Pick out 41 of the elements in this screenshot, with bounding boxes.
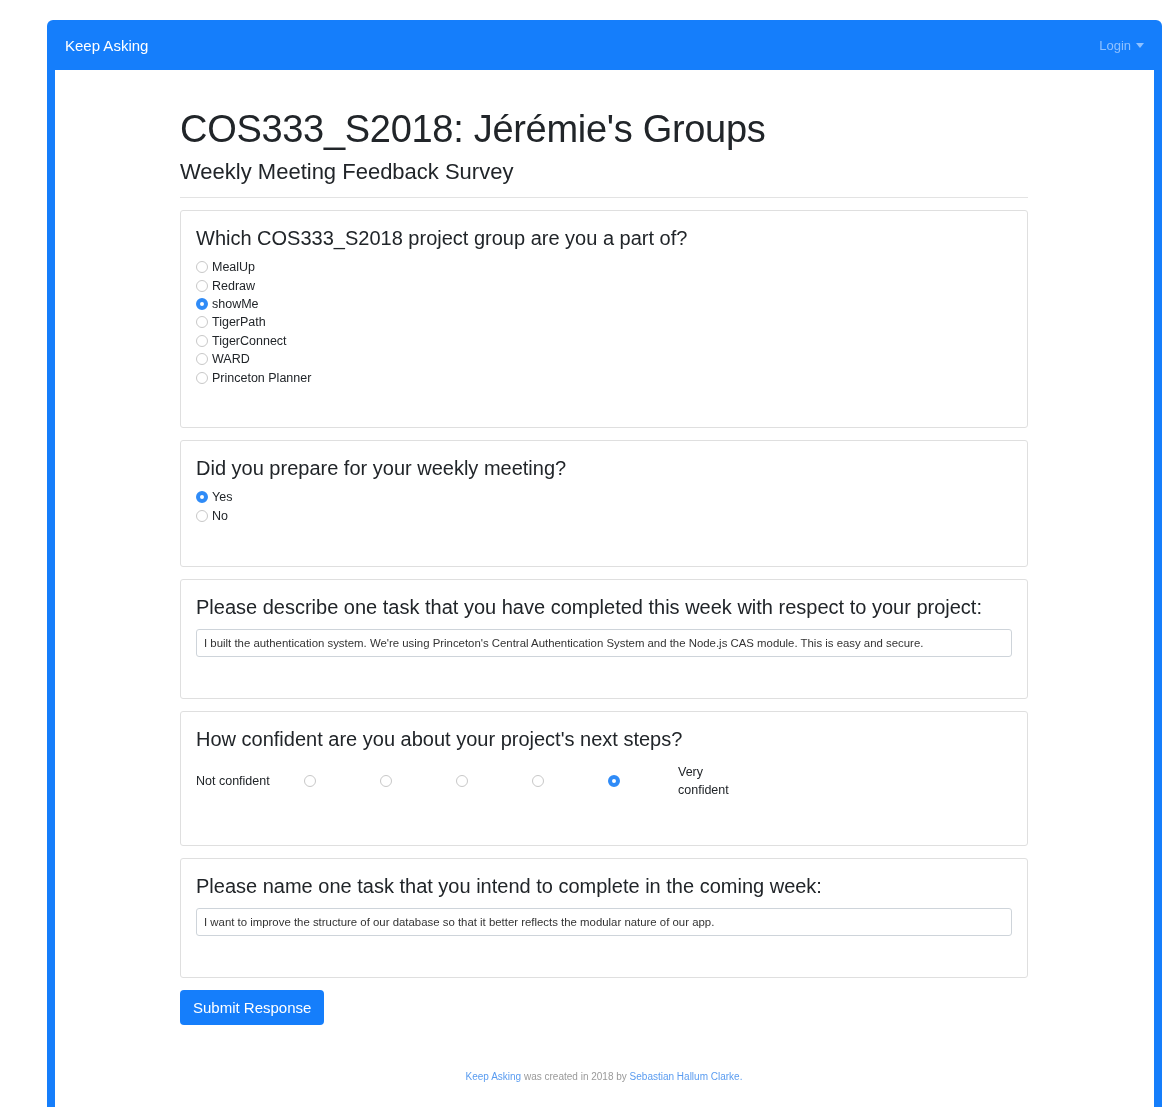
answer-field[interactable]: I built the authentication system. We're using Princeton's Central Authentication System and the Node.js CAS module. This is easy and secure. [196,629,1012,657]
option-label: Yes [212,490,233,505]
radio-button[interactable] [196,509,208,522]
radio-button[interactable] [196,371,208,384]
footer-text: Keep Asking was created in 2018 by Sebastian Hallum Clarke. [464,1071,744,1082]
scale-low-label: Not confident [196,774,271,788]
question-prompt: Please describe one task that you have completed this week with respect to your project: [196,596,983,619]
submit-button[interactable]: Submit Response [180,990,325,1025]
option-label: WARD [212,352,250,367]
brand-link[interactable]: Keep Asking [65,36,149,54]
question-prompt: How confident are you about your project's next steps? [196,728,684,751]
radio-button[interactable] [532,775,544,787]
brand-link[interactable]: Keep Asking [465,1071,522,1082]
option-label: TigerConnect [212,333,287,348]
radio-button[interactable] [380,775,392,787]
scale-high-label: Very confident [678,764,730,799]
radio-button[interactable] [608,775,620,787]
radio-button[interactable] [196,261,208,274]
page-title: COS333_S2018: Jérémie's Groups [180,108,767,151]
question-prompt: Please name one task that you intend to complete in the coming week: [196,875,823,898]
option-label: No [212,508,228,523]
option-label: showMe [212,296,259,311]
caret-icon [1136,42,1144,48]
login-dropdown[interactable]: Login [1099,37,1144,53]
question-prompt: Did you prepare for your weekly meeting? [196,457,568,480]
radio-button[interactable] [304,775,316,787]
radio-button[interactable] [456,775,468,787]
author-link[interactable]: Sebastian Hallum Clarke. [629,1071,743,1082]
radio-button[interactable] [196,297,208,310]
option-label: TigerPath [212,315,266,330]
radio-button[interactable] [196,491,208,504]
option-label: MealUp [212,260,256,275]
question-prompt: Which COS333_S2018 project group are you a part of? [196,227,689,250]
page-subtitle: Weekly Meeting Feedback Survey [180,159,1028,198]
option-label: Redraw [212,278,256,293]
radio-button[interactable] [196,353,208,366]
answer-field[interactable]: I want to improve the structure of our database so that it better reflects the modular nature of our app. [196,908,1012,936]
radio-button[interactable] [196,334,208,347]
option-label: Princeton Planner [212,370,312,385]
radio-button[interactable] [196,279,208,292]
radio-button[interactable] [196,316,208,329]
